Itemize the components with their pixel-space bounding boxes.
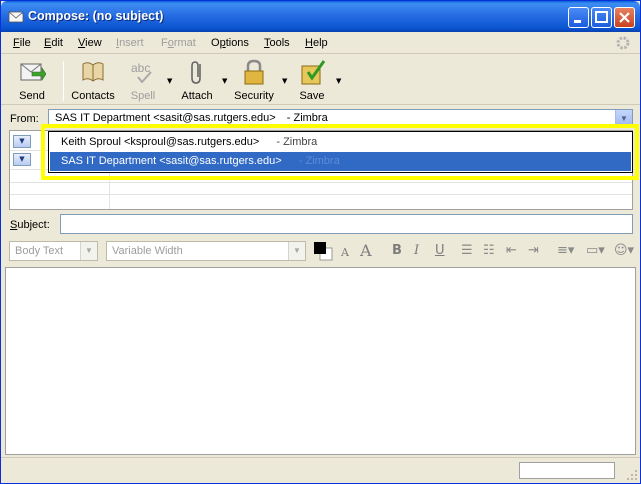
bold-button[interactable]: B bbox=[392, 243, 402, 258]
menu-bar: File Edit View Insert Format Options Too… bbox=[1, 32, 640, 54]
save-dropdown-arrow-icon[interactable]: ▼ bbox=[336, 77, 341, 85]
menu-options[interactable]: Options bbox=[211, 37, 249, 49]
close-button[interactable] bbox=[614, 7, 635, 28]
from-account-suffix: - Zimbra bbox=[286, 112, 328, 124]
envelope-icon bbox=[8, 9, 24, 23]
security-button[interactable]: Security bbox=[233, 58, 275, 102]
autocomplete-item[interactable]: Keith Sproul <ksproul@sas.rutgers.edu> -… bbox=[50, 133, 631, 152]
maximize-icon bbox=[595, 11, 608, 23]
numbered-list-icon[interactable]: ☷ bbox=[483, 243, 495, 258]
chevron-down-icon: ▼ bbox=[80, 242, 97, 260]
from-dropdown-arrow-icon[interactable]: ▼ bbox=[615, 110, 632, 127]
menu-help[interactable]: Help bbox=[305, 37, 328, 49]
recipient-type-dropdown[interactable]: ▼ bbox=[13, 153, 31, 166]
italic-button[interactable]: I bbox=[414, 243, 419, 258]
compose-window: Compose: (no subject) File Edit View Ins… bbox=[0, 0, 641, 484]
paragraph-style-select[interactable]: Body Text ▼ bbox=[9, 241, 98, 261]
send-button[interactable]: Send bbox=[15, 58, 49, 102]
save-icon bbox=[301, 60, 326, 85]
bulleted-list-icon[interactable]: ☰ bbox=[461, 243, 473, 258]
address-row-divider bbox=[10, 194, 632, 195]
indent-icon[interactable]: ⇥ bbox=[528, 243, 539, 258]
menu-insert[interactable]: Insert bbox=[116, 37, 144, 49]
from-account-select[interactable]: SAS IT Department <sasit@sas.rutgers.edu… bbox=[48, 109, 633, 128]
status-progress-panel bbox=[519, 462, 615, 479]
smaller-text-button[interactable]: A bbox=[341, 246, 349, 259]
menu-edit[interactable]: Edit bbox=[44, 37, 63, 49]
menu-file[interactable]: File bbox=[13, 37, 31, 49]
security-dropdown-arrow-icon[interactable]: ▼ bbox=[282, 77, 287, 85]
compose-toolbar: Send Contacts abc Spell ▼ Attach ▼ Secur… bbox=[1, 55, 640, 105]
minimize-button[interactable] bbox=[568, 7, 589, 28]
address-book-icon bbox=[82, 62, 104, 82]
menu-tools[interactable]: Tools bbox=[264, 37, 290, 49]
recipient-type-dropdown[interactable]: ▼ bbox=[13, 135, 31, 148]
status-bar bbox=[1, 457, 640, 483]
insert-object-icon[interactable]: ▭▾ bbox=[586, 243, 605, 258]
close-icon bbox=[619, 12, 630, 23]
subject-label: Subject: bbox=[10, 219, 50, 231]
activity-throbber-icon bbox=[616, 36, 630, 50]
message-body-editor[interactable] bbox=[5, 267, 636, 455]
address-autocomplete-popup: Keith Sproul <ksproul@sas.rutgers.edu> -… bbox=[48, 131, 633, 173]
title-bar[interactable]: Compose: (no subject) bbox=[1, 1, 640, 32]
spell-button[interactable]: abc Spell bbox=[126, 58, 160, 102]
resize-grip-icon[interactable] bbox=[626, 469, 638, 481]
underline-button[interactable]: U bbox=[435, 243, 445, 258]
save-button[interactable]: Save bbox=[297, 58, 327, 102]
paperclip-icon bbox=[191, 61, 201, 84]
format-toolbar: Body Text ▼ Variable Width ▼ A A B I U ☰… bbox=[1, 238, 640, 264]
window-title: Compose: (no subject) bbox=[28, 9, 164, 23]
from-value: SAS IT Department <sasit@sas.rutgers.edu… bbox=[55, 112, 276, 124]
spellcheck-icon: abc bbox=[131, 61, 152, 84]
autocomplete-item-selected[interactable]: SAS IT Department <sasit@sas.rutgers.edu… bbox=[50, 152, 631, 171]
maximize-button[interactable] bbox=[591, 7, 612, 28]
from-label: From: bbox=[10, 113, 39, 125]
minimize-icon bbox=[574, 20, 581, 23]
contacts-button[interactable]: Contacts bbox=[70, 58, 116, 102]
attach-dropdown-arrow-icon[interactable]: ▼ bbox=[222, 77, 227, 85]
svg-text:abc: abc bbox=[131, 61, 150, 75]
subject-input[interactable] bbox=[60, 214, 633, 234]
smiley-icon[interactable]: ☺▾ bbox=[614, 243, 634, 258]
align-icon[interactable]: ≡▾ bbox=[557, 243, 574, 258]
menu-format[interactable]: Format bbox=[161, 37, 196, 49]
larger-text-button[interactable]: A bbox=[360, 241, 372, 260]
spell-dropdown-arrow-icon[interactable]: ▼ bbox=[167, 77, 172, 85]
menu-view[interactable]: View bbox=[78, 37, 102, 49]
font-select[interactable]: Variable Width ▼ bbox=[106, 241, 306, 261]
toolbar-separator bbox=[63, 61, 64, 101]
chevron-down-icon: ▼ bbox=[288, 242, 305, 260]
attach-button[interactable]: Attach bbox=[179, 58, 215, 102]
text-color-picker-icon[interactable] bbox=[312, 240, 334, 262]
address-row-divider bbox=[10, 182, 632, 183]
outdent-icon[interactable]: ⇤ bbox=[506, 243, 517, 258]
send-icon bbox=[20, 63, 46, 81]
lock-icon bbox=[244, 59, 264, 85]
